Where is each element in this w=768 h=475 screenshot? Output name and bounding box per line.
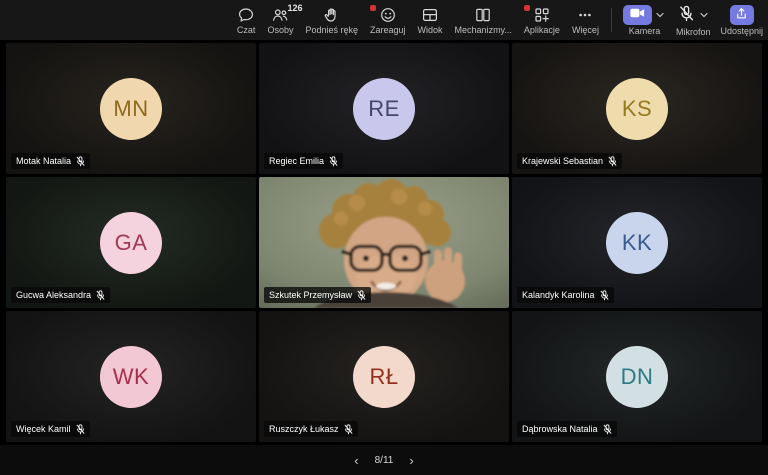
chat-label: Czat xyxy=(237,26,256,35)
mic-label: Mikrofon xyxy=(676,28,711,37)
mic-muted-button[interactable] xyxy=(677,4,696,26)
chat-icon xyxy=(237,6,255,24)
more-label: Więcej xyxy=(572,26,599,35)
name-tag: Kalandyk Karolina xyxy=(517,287,614,303)
mechanisms-button[interactable]: Mechanizmy... xyxy=(449,0,518,40)
react-label: Zareaguj xyxy=(370,26,406,35)
camera-chevron-icon[interactable] xyxy=(654,10,666,20)
page-indicator: 8/11 xyxy=(375,455,394,466)
avatar: KS xyxy=(606,78,668,140)
participant-tile[interactable]: KS Krajewski Sebastian xyxy=(512,43,762,174)
name-tag: Regiec Emilia xyxy=(264,153,343,169)
participant-name: Dąbrowska Natalia xyxy=(522,424,598,435)
participant-name: Krajewski Sebastian xyxy=(522,156,603,167)
camera-control: Kamera xyxy=(618,0,671,42)
raise-hand-icon xyxy=(323,6,341,24)
mic-muted-badge-icon xyxy=(608,156,617,167)
notification-dot xyxy=(524,5,530,11)
chevron-left-icon: ‹ xyxy=(354,453,358,468)
participant-name: Kalandyk Karolina xyxy=(522,290,595,301)
view-label: Widok xyxy=(418,26,443,35)
mic-muted-badge-icon xyxy=(96,290,105,301)
toolbar-separator xyxy=(611,8,612,32)
share-screen-icon xyxy=(734,6,749,24)
name-tag: Krajewski Sebastian xyxy=(517,153,622,169)
more-button[interactable]: Więcej xyxy=(566,0,605,40)
avatar: RŁ xyxy=(353,346,415,408)
avatar: DN xyxy=(606,346,668,408)
camera-button[interactable] xyxy=(623,5,652,25)
meeting-toolbar: Czat 126 Osoby Podnieś rękę Zareaguj Wid… xyxy=(0,0,768,40)
name-tag: Dąbrowska Natalia xyxy=(517,421,617,437)
avatar: KK xyxy=(606,212,668,274)
name-tag: Motak Natalia xyxy=(11,153,90,169)
participant-name: Regiec Emilia xyxy=(269,156,324,167)
mic-muted-icon xyxy=(677,4,696,26)
share-button[interactable] xyxy=(730,5,754,25)
participant-tile[interactable]: KK Kalandyk Karolina xyxy=(512,177,762,308)
more-icon xyxy=(576,6,594,24)
participant-tile[interactable]: RE Regiec Emilia xyxy=(259,43,509,174)
mic-muted-badge-icon xyxy=(344,424,353,435)
mechanisms-icon xyxy=(474,6,492,24)
mic-control: Mikrofon xyxy=(671,0,716,42)
chevron-right-icon: › xyxy=(409,453,413,468)
name-tag: Gucwa Aleksandra xyxy=(11,287,110,303)
raise-hand-label: Podnieś rękę xyxy=(305,26,358,35)
avatar: RE xyxy=(353,78,415,140)
participant-tile[interactable]: RŁ Ruszczyk Łukasz xyxy=(259,311,509,442)
react-button[interactable]: Zareaguj xyxy=(364,0,412,40)
apps-label: Aplikacje xyxy=(524,26,560,35)
mic-muted-badge-icon xyxy=(357,290,366,301)
camera-label: Kamera xyxy=(629,27,661,36)
participant-name: Motak Natalia xyxy=(16,156,71,167)
mic-muted-badge-icon xyxy=(76,156,85,167)
participant-tile[interactable]: DN Dąbrowska Natalia xyxy=(512,311,762,442)
pagination-next-button[interactable]: › xyxy=(405,452,417,469)
name-tag: Ruszczyk Łukasz xyxy=(264,421,358,437)
participant-tile[interactable]: WK Więcek Kamil xyxy=(6,311,256,442)
participant-name: Szkutek Przemysław xyxy=(269,290,352,301)
share-control: Udostępnij xyxy=(715,0,768,42)
view-icon xyxy=(421,6,439,24)
share-label: Udostępnij xyxy=(720,27,763,36)
people-button[interactable]: 126 Osoby xyxy=(261,0,299,40)
chat-button[interactable]: Czat xyxy=(231,0,262,40)
participant-name: Ruszczyk Łukasz xyxy=(269,424,339,435)
mechanisms-label: Mechanizmy... xyxy=(455,26,512,35)
name-tag: Więcek Kamil xyxy=(11,421,90,437)
participant-tile[interactable]: GA Gucwa Aleksandra xyxy=(6,177,256,308)
raise-hand-button[interactable]: Podnieś rękę xyxy=(299,0,364,40)
mic-muted-badge-icon xyxy=(76,424,85,435)
participant-tile-video[interactable]: Szkutek Przemysław xyxy=(259,177,509,308)
apps-icon xyxy=(533,6,551,24)
mic-muted-badge-icon xyxy=(600,290,609,301)
view-button[interactable]: Widok xyxy=(412,0,449,40)
apps-button[interactable]: Aplikacje xyxy=(518,0,566,40)
participant-name: Więcek Kamil xyxy=(16,424,71,435)
pagination-bar: ‹ 8/11 › xyxy=(0,445,768,475)
react-icon xyxy=(379,6,397,24)
notification-dot xyxy=(370,5,376,11)
pagination-prev-button[interactable]: ‹ xyxy=(350,452,362,469)
mic-muted-badge-icon xyxy=(329,156,338,167)
mic-muted-badge-icon xyxy=(603,424,612,435)
participant-tile[interactable]: MN Motak Natalia xyxy=(6,43,256,174)
people-label: Osoby xyxy=(267,26,293,35)
name-tag: Szkutek Przemysław xyxy=(264,287,371,303)
avatar: MN xyxy=(100,78,162,140)
camera-icon xyxy=(629,6,646,23)
mic-chevron-icon[interactable] xyxy=(698,10,710,20)
video-grid: MN Motak Natalia RE Regiec Emilia KS Kra… xyxy=(0,40,768,445)
avatar: WK xyxy=(100,346,162,408)
participant-name: Gucwa Aleksandra xyxy=(16,290,91,301)
avatar: GA xyxy=(100,212,162,274)
